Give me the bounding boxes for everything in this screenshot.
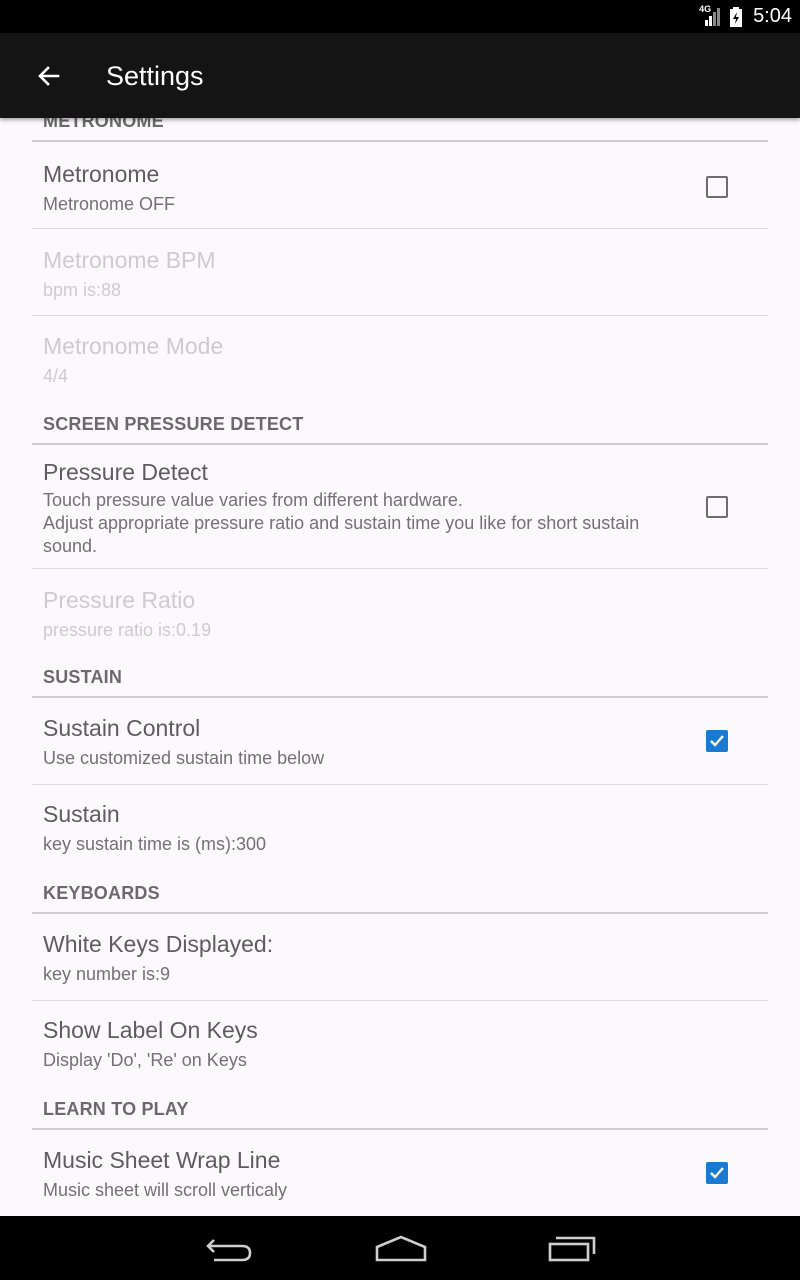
pref-white-keys[interactable]: White Keys Displayed: key number is:9 [32, 914, 768, 1001]
pref-title: White Keys Displayed: [43, 931, 274, 957]
section-header-label: KEYBOARDS [43, 883, 160, 903]
settings-list[interactable]: METRONOME Metronome Metronome OFF Metron… [0, 118, 800, 1216]
home-nav-icon[interactable] [374, 1232, 428, 1269]
section-header-metronome: METRONOME [32, 118, 768, 142]
pref-summary: Display 'Do', 'Re' on Keys [43, 1050, 247, 1070]
pref-summary: Music sheet will scroll verticaly [43, 1180, 288, 1200]
pref-sustain-time[interactable]: Sustain key sustain time is (ms):300 [32, 785, 768, 871]
pref-title: Metronome [43, 161, 160, 187]
pref-title: Sustain [43, 801, 120, 827]
music-sheet-wrap-checkbox[interactable] [706, 1162, 728, 1184]
pref-title: Show Label On Keys [43, 1017, 258, 1043]
pref-metronome[interactable]: Metronome Metronome OFF [32, 142, 768, 229]
pref-show-labels[interactable]: Show Label On Keys Display 'Do', 'Re' on… [32, 1001, 768, 1087]
pref-title: Pressure Detect [43, 459, 208, 485]
pref-summary: 4/4 [43, 366, 69, 386]
section-header-learn: LEARN TO PLAY [32, 1087, 768, 1130]
section-header-sustain: SUSTAIN [32, 655, 768, 698]
section-header-pressure: SCREEN PRESSURE DETECT [32, 402, 768, 445]
checkmark-icon [710, 1167, 724, 1179]
back-nav-icon[interactable] [204, 1232, 254, 1269]
arrow-left-icon[interactable] [32, 59, 66, 93]
page-title: Settings [106, 61, 204, 91]
pref-pressure-detect[interactable]: Pressure Detect Touch pressure value var… [32, 445, 768, 569]
status-time: 5:04 [753, 5, 792, 27]
battery-charging-icon [729, 6, 743, 28]
pressure-detect-checkbox[interactable] [706, 496, 728, 518]
app-toolbar: Settings [0, 33, 800, 118]
system-nav-bar [0, 1216, 800, 1280]
status-bar: 4G 5:04 [0, 0, 800, 33]
pref-metronome-mode: Metronome Mode 4/4 [32, 316, 768, 402]
status-icons: 4G 5:04 [699, 0, 792, 33]
pref-title: Pressure Ratio [43, 587, 196, 613]
section-header-label: METRONOME [43, 118, 164, 131]
pref-metronome-bpm: Metronome BPM bpm is:88 [32, 229, 768, 316]
pref-summary: pressure ratio is:0.19 [43, 620, 212, 640]
metronome-checkbox[interactable] [706, 176, 728, 198]
pref-summary: Use customized sustain time below [43, 748, 325, 768]
pref-summary: Touch pressure value varies from differe… [43, 490, 640, 556]
sustain-control-checkbox[interactable] [706, 730, 728, 752]
pref-summary: key sustain time is (ms):300 [43, 834, 267, 854]
pref-title: Sustain Control [43, 715, 201, 741]
pref-title: Music Sheet Wrap Line [43, 1147, 281, 1173]
section-header-label: LEARN TO PLAY [43, 1099, 189, 1119]
pref-summary: bpm is:88 [43, 280, 122, 300]
pref-summary: key number is:9 [43, 964, 171, 984]
pref-pressure-ratio: Pressure Ratio pressure ratio is:0.19 [32, 569, 768, 655]
pref-title: Metronome BPM [43, 247, 216, 273]
pref-title: Metronome Mode [43, 333, 224, 359]
pref-summary: Metronome OFF [43, 194, 176, 214]
recents-nav-icon[interactable] [546, 1232, 596, 1269]
pref-sustain-control[interactable]: Sustain Control Use customized sustain t… [32, 698, 768, 785]
pref-music-sheet-wrap[interactable]: Music Sheet Wrap Line Music sheet will s… [32, 1130, 768, 1216]
checkmark-icon [710, 735, 724, 747]
section-header-label: SUSTAIN [43, 667, 123, 687]
section-header-label: SCREEN PRESSURE DETECT [43, 414, 304, 434]
signal-icon: 4G [699, 4, 723, 28]
section-header-keyboards: KEYBOARDS [32, 871, 768, 914]
